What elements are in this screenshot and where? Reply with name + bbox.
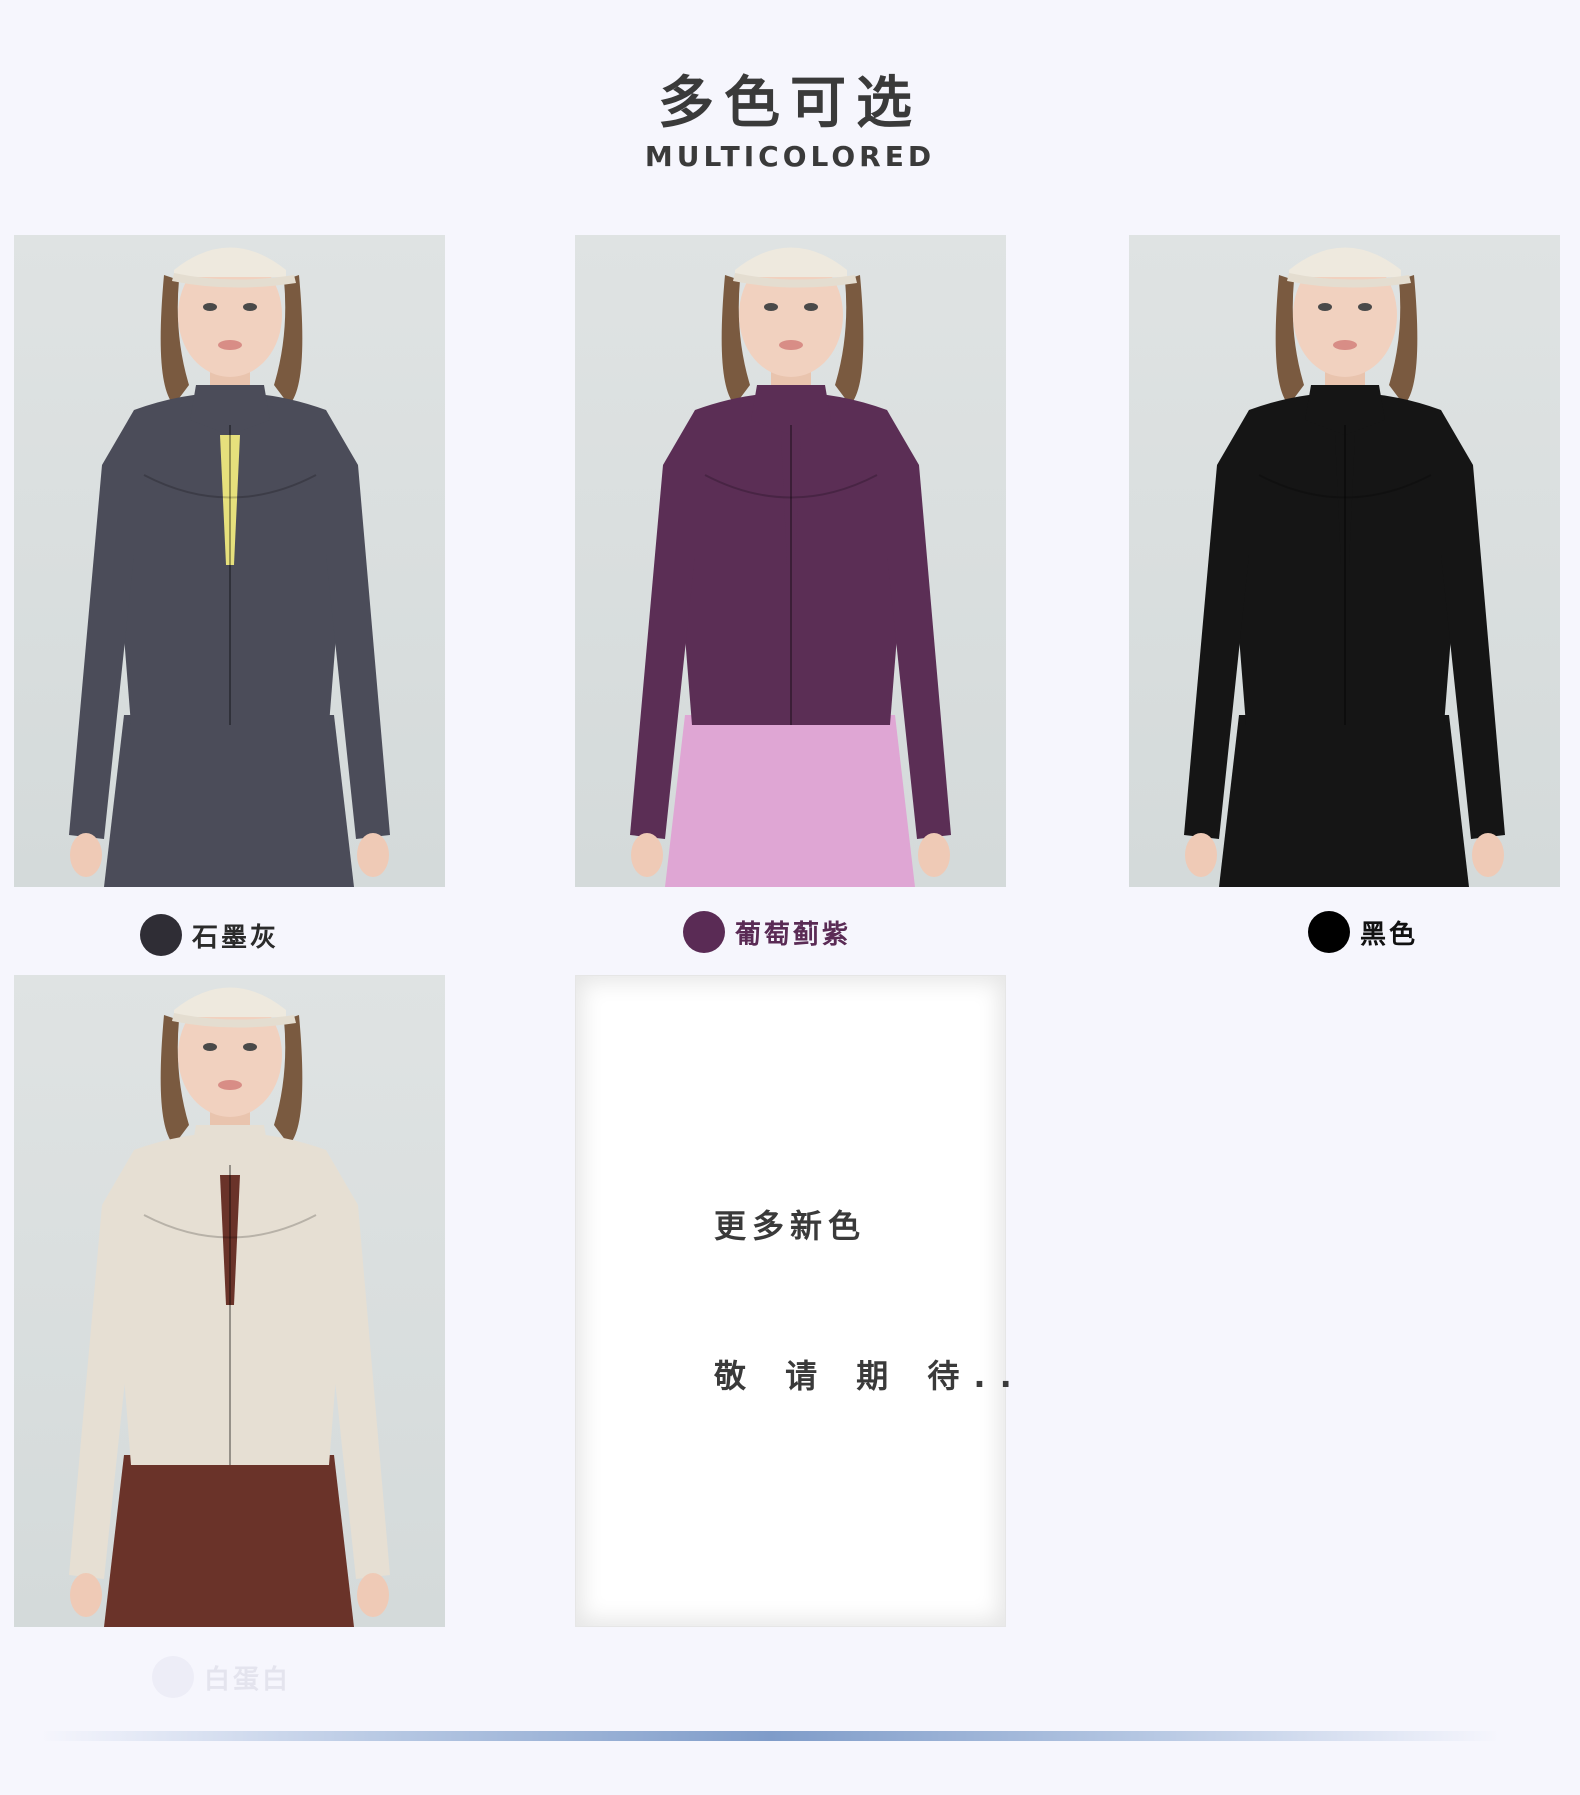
product-photo-grape-thistle-purple[interactable] xyxy=(575,235,1006,887)
coming-soon-card: 更多新色 敬 请 期 待.. xyxy=(575,975,1012,1627)
color-option-grape-thistle-purple[interactable]: 葡萄蓟紫 xyxy=(683,909,851,955)
color-label: 黑色 xyxy=(1360,919,1419,950)
color-label: 葡萄蓟紫 xyxy=(735,919,852,950)
section-subtitle: MULTICOLORED xyxy=(644,140,936,173)
product-photo-black[interactable] xyxy=(1129,235,1560,887)
product-photo-egg-white[interactable] xyxy=(14,975,445,1627)
model-illustration xyxy=(69,247,390,887)
section-divider xyxy=(40,1731,1500,1741)
coming-soon-title: 更多新色 xyxy=(714,1207,867,1245)
color-label: 白蛋白 xyxy=(204,1664,292,1695)
color-swatch xyxy=(1308,911,1350,953)
color-option-black[interactable]: 黑色 xyxy=(1308,909,1418,955)
section-title: 多色可选 xyxy=(658,71,922,136)
color-swatch xyxy=(140,914,182,956)
model-illustration xyxy=(69,987,390,1627)
model-illustration xyxy=(630,247,951,887)
coming-soon-subtitle: 敬 请 期 待.. xyxy=(714,1357,1026,1395)
color-label: 石墨灰 xyxy=(192,922,280,953)
color-swatch xyxy=(152,1656,194,1698)
model-illustration xyxy=(1184,247,1505,887)
product-photo-graphite-gray[interactable] xyxy=(14,235,445,887)
color-option-graphite-gray[interactable]: 石墨灰 xyxy=(140,912,279,958)
color-option-egg-white[interactable]: 白蛋白 xyxy=(152,1654,291,1700)
color-swatch xyxy=(683,911,725,953)
